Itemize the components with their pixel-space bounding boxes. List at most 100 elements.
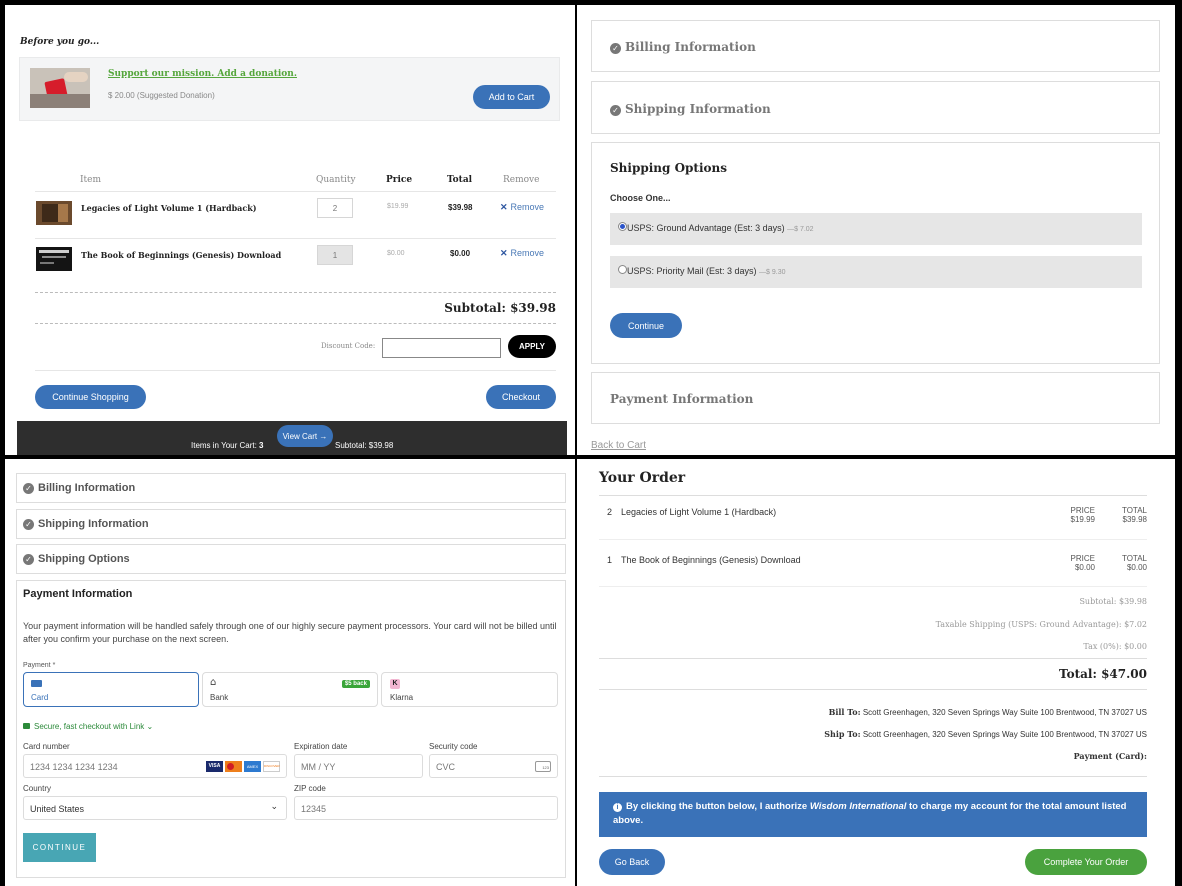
close-icon: ✕ bbox=[500, 202, 508, 212]
chevron-down-icon: ⌄ bbox=[270, 802, 278, 812]
cart-subtotal: Subtotal: $39.98 bbox=[444, 301, 556, 315]
check-circle-icon: ✓ bbox=[610, 105, 621, 116]
country-select[interactable]: United States ⌄ bbox=[23, 796, 287, 820]
footer-subtotal: Subtotal: $39.98 bbox=[335, 441, 394, 450]
product-name[interactable]: Legacies of Light Volume 1 (Hardback) bbox=[81, 203, 257, 213]
expiry-label: Expiration date bbox=[294, 742, 348, 751]
lock-icon bbox=[23, 723, 30, 729]
zip-input[interactable]: 12345 bbox=[294, 796, 558, 820]
card-brand-icons: VISA AMEX DISCOVER bbox=[206, 761, 280, 772]
tab-bank-label: Bank bbox=[210, 693, 229, 702]
payment-method: Payment (Card): bbox=[1074, 751, 1147, 761]
divider bbox=[599, 495, 1147, 496]
shipping-info-accordion[interactable]: ✓ Shipping Information bbox=[591, 81, 1160, 134]
card-number-input[interactable]: 1234 1234 1234 1234 VISA AMEX DISCOVER bbox=[23, 754, 287, 778]
shipping-options-title: Shipping Options bbox=[610, 161, 728, 175]
shipping-info-title: ✓ Shipping Information bbox=[610, 102, 771, 116]
divider bbox=[599, 539, 1147, 540]
tab-klarna[interactable]: K Klarna bbox=[381, 672, 558, 707]
add-donation-to-cart-button[interactable]: Add to Cart bbox=[473, 85, 550, 109]
shipping-option-ground[interactable]: USPS: Ground Advantage (Est: 3 days) —$ … bbox=[610, 213, 1142, 245]
items-count: 3 bbox=[259, 441, 264, 450]
tab-card[interactable]: Card bbox=[23, 672, 199, 707]
quantity-input[interactable]: 2 bbox=[317, 198, 353, 218]
go-back-button[interactable]: Go Back bbox=[599, 849, 665, 875]
divider bbox=[599, 689, 1147, 690]
payment-title: Payment Information bbox=[23, 588, 133, 600]
check-circle-icon: ✓ bbox=[23, 483, 34, 494]
bill-to-label: Bill To: bbox=[828, 707, 861, 717]
auth-company: Wisdom International bbox=[809, 801, 907, 812]
continue-payment-button[interactable]: CONTINUE bbox=[23, 833, 96, 862]
shipping-info-accordion[interactable]: ✓ Shipping Information bbox=[16, 509, 566, 539]
card-number-label: Card number bbox=[23, 742, 70, 751]
auth-text-pre: By clicking the button below, I authoriz… bbox=[626, 801, 810, 812]
remove-button[interactable]: ✕ Remove bbox=[500, 248, 544, 259]
country-value: United States bbox=[30, 804, 85, 814]
price-value: $0.00 bbox=[1074, 563, 1095, 572]
billing-accordion[interactable]: ✓ Billing Information bbox=[591, 20, 1160, 72]
continue-button[interactable]: Continue bbox=[610, 313, 682, 338]
bank-badge: $5 back bbox=[341, 680, 370, 688]
shipping-option-priority[interactable]: USPS: Priority Mail (Est: 3 days) —$ 9.3… bbox=[610, 256, 1142, 288]
divider bbox=[35, 191, 556, 192]
total-value: $0.00 bbox=[1126, 563, 1147, 572]
billing-title: ✓ Billing Information bbox=[610, 40, 756, 54]
product-thumbnail bbox=[36, 247, 72, 271]
divider bbox=[599, 586, 1147, 587]
shipping-info-title-text: Shipping Information bbox=[38, 518, 149, 530]
tab-bank[interactable]: ⌂ Bank $5 back bbox=[202, 672, 378, 707]
apply-discount-button[interactable]: APPLY bbox=[508, 335, 556, 358]
price-label: PRICE bbox=[1070, 506, 1095, 515]
check-circle-icon: ✓ bbox=[610, 43, 621, 54]
radio-unselected[interactable] bbox=[618, 265, 627, 274]
shipping-options-accordion[interactable]: ✓ Shipping Options bbox=[16, 544, 566, 574]
product-name[interactable]: The Book of Beginnings (Genesis) Downloa… bbox=[81, 250, 281, 260]
column-item: Item bbox=[80, 175, 102, 185]
payment-accordion[interactable]: Payment Information bbox=[591, 372, 1160, 424]
link-checkout-toggle[interactable]: Secure, fast checkout with Link ⌄ bbox=[23, 722, 153, 731]
order-item-total: TOTAL $39.98 bbox=[1122, 506, 1147, 524]
complete-order-button[interactable]: Complete Your Order bbox=[1025, 849, 1147, 875]
order-total: Total: $47.00 bbox=[1059, 667, 1147, 681]
radio-selected[interactable] bbox=[618, 222, 627, 231]
back-to-cart-link[interactable]: Back to Cart bbox=[591, 440, 646, 451]
visa-icon: VISA bbox=[206, 761, 223, 772]
shipping-options-title: ✓ Shipping Options bbox=[23, 553, 130, 565]
bill-to: Bill To: Scott Greenhagen, 320 Seven Spr… bbox=[829, 707, 1147, 717]
expiry-input[interactable]: MM / YY bbox=[294, 754, 423, 778]
ship-to-address: Scott Greenhagen, 320 Seven Springs Way … bbox=[862, 730, 1147, 739]
bill-to-address: Scott Greenhagen, 320 Seven Springs Way … bbox=[862, 708, 1147, 717]
cvc-label: Security code bbox=[429, 742, 478, 751]
total-value: $39.98 bbox=[1122, 515, 1147, 524]
option-label: USPS: Priority Mail (Est: 3 days) —$ 9.3… bbox=[627, 266, 786, 276]
before-you-go-heading: Before you go... bbox=[20, 37, 100, 47]
amex-icon: AMEX bbox=[244, 761, 261, 772]
divider bbox=[599, 658, 1147, 659]
continue-shopping-button[interactable]: Continue Shopping bbox=[35, 385, 146, 409]
payment-notice: Your payment information will be handled… bbox=[23, 621, 557, 644]
ship-to-label: Ship To: bbox=[824, 729, 861, 739]
discount-code-input[interactable] bbox=[382, 338, 501, 358]
info-icon: i bbox=[613, 803, 622, 812]
billing-accordion[interactable]: ✓ Billing Information bbox=[16, 473, 566, 503]
order-item-name: The Book of Beginnings (Genesis) Downloa… bbox=[621, 555, 801, 565]
authorization-notice: i By clicking the button below, I authori… bbox=[599, 792, 1147, 837]
payment-panel: ✓ Billing Information ✓ Shipping Informati… bbox=[5, 459, 575, 886]
shipping-info-title-text: Shipping Information bbox=[625, 102, 771, 116]
price-value: $19.99 bbox=[1070, 515, 1095, 524]
view-cart-button[interactable]: View Cart → bbox=[277, 425, 333, 447]
discount-label: Discount Code: bbox=[321, 342, 376, 350]
product-price: $0.00 bbox=[387, 250, 405, 257]
credit-card-icon bbox=[31, 680, 42, 687]
remove-button[interactable]: ✕ Remove bbox=[500, 202, 544, 213]
remove-label: Remove bbox=[510, 248, 545, 258]
billing-title-text: Billing Information bbox=[625, 40, 756, 54]
donation-upsell: Support our mission. Add a donation. $ 2… bbox=[19, 57, 560, 121]
cvc-input[interactable]: CVC 123 bbox=[429, 754, 558, 778]
order-item-name: Legacies of Light Volume 1 (Hardback) bbox=[621, 507, 777, 517]
checkout-button[interactable]: Checkout bbox=[486, 385, 556, 409]
mastercard-icon bbox=[225, 761, 242, 772]
column-price: Price bbox=[386, 175, 413, 185]
donation-link[interactable]: Support our mission. Add a donation. bbox=[108, 69, 297, 79]
